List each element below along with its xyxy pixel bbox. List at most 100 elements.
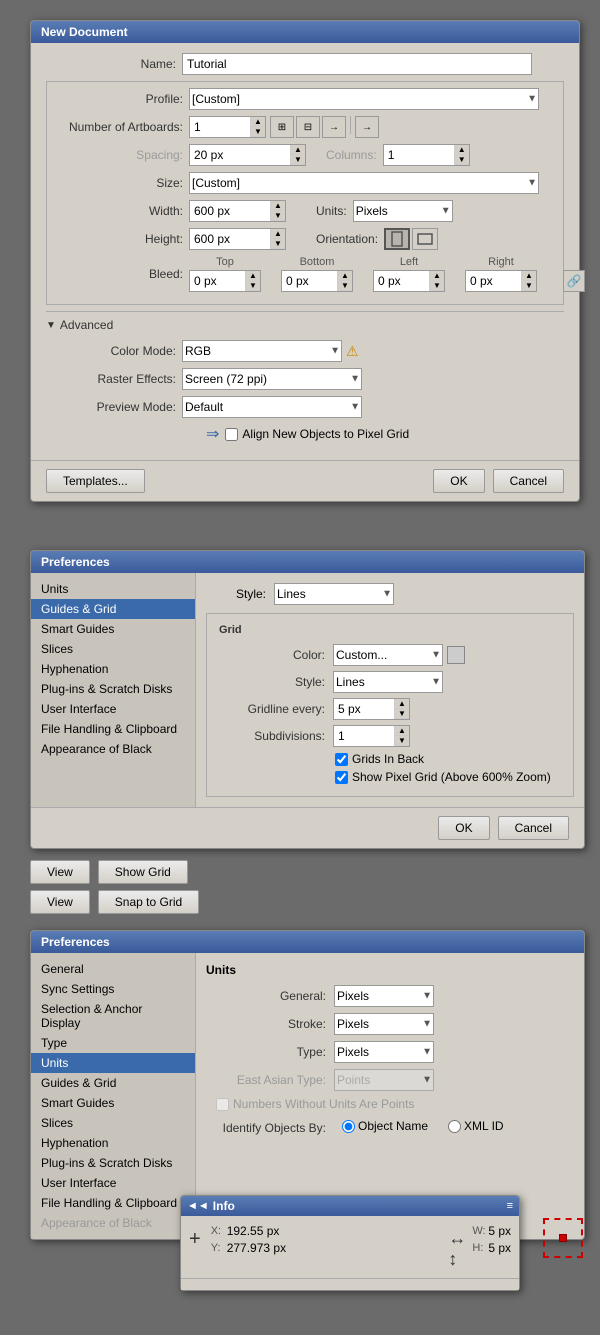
bleed-bottom-input[interactable]: [282, 274, 337, 288]
view-btn-2[interactable]: View: [30, 890, 90, 914]
height-spin-down[interactable]: ▼: [271, 239, 285, 249]
sidebar-item-hyphenation2[interactable]: Hyphenation: [31, 1133, 195, 1153]
bleed-top-input[interactable]: [190, 274, 245, 288]
sidebar-item-hyphenation[interactable]: Hyphenation: [31, 659, 195, 679]
xml-id-radio-label[interactable]: XML ID: [448, 1119, 504, 1133]
bleed-top-spin-down[interactable]: ▼: [246, 281, 260, 291]
sidebar-item-general[interactable]: General: [31, 959, 195, 979]
grid-style-select[interactable]: Lines: [333, 671, 443, 693]
sidebar-item-guides-grid2[interactable]: Guides & Grid: [31, 1073, 195, 1093]
columns-spin-down[interactable]: ▼: [455, 155, 469, 165]
gridline-spin-down[interactable]: ▼: [395, 709, 409, 719]
pref-top-cancel-btn[interactable]: Cancel: [498, 816, 569, 840]
spacing-spin-up[interactable]: ▲: [291, 145, 305, 155]
spacing-input[interactable]: [190, 148, 290, 162]
name-input[interactable]: [182, 53, 532, 75]
spacing-spinner[interactable]: ▲ ▼: [189, 144, 306, 166]
artboards-spin-up[interactable]: ▲: [251, 117, 265, 127]
artboards-spin-down[interactable]: ▼: [251, 127, 265, 137]
templates-btn[interactable]: Templates...: [46, 469, 145, 493]
guides-style-select[interactable]: Lines: [274, 583, 394, 605]
preview-mode-select[interactable]: Default: [182, 396, 362, 418]
height-spinner[interactable]: ▲ ▼: [189, 228, 286, 250]
bleed-link-btn[interactable]: 🔗: [563, 270, 585, 292]
artboards-spinner[interactable]: ▲ ▼: [189, 116, 266, 138]
object-name-radio-label[interactable]: Object Name: [342, 1119, 428, 1133]
gridline-spin-up[interactable]: ▲: [395, 699, 409, 709]
sidebar-item-ui[interactable]: User Interface: [31, 699, 195, 719]
grids-in-back-checkbox[interactable]: [335, 753, 348, 766]
bleed-left-spinner[interactable]: ▲ ▼: [373, 270, 445, 292]
width-spinner[interactable]: ▲ ▼: [189, 200, 286, 222]
sidebar-item-guides-grid[interactable]: Guides & Grid: [31, 599, 195, 619]
bleed-bottom-spin-up[interactable]: ▲: [338, 271, 352, 281]
gridline-input[interactable]: [334, 702, 394, 716]
object-name-radio[interactable]: [342, 1120, 355, 1133]
spacing-spin-down[interactable]: ▼: [291, 155, 305, 165]
pref-top-ok-btn[interactable]: OK: [438, 816, 489, 840]
sidebar-item-sync[interactable]: Sync Settings: [31, 979, 195, 999]
sidebar-item-smart-guides2[interactable]: Smart Guides: [31, 1093, 195, 1113]
view-btn-1[interactable]: View: [30, 860, 90, 884]
height-input[interactable]: [190, 232, 270, 246]
new-doc-cancel-btn[interactable]: Cancel: [493, 469, 564, 493]
columns-spin-up[interactable]: ▲: [455, 145, 469, 155]
sidebar-item-appearance-black[interactable]: Appearance of Black: [31, 739, 195, 759]
profile-select[interactable]: [Custom]: [189, 88, 539, 110]
subdivisions-input[interactable]: [334, 729, 394, 743]
bleed-bottom-spin-down[interactable]: ▼: [338, 281, 352, 291]
sidebar-item-plugins2[interactable]: Plug-ins & Scratch Disks: [31, 1153, 195, 1173]
grid-color-select[interactable]: Custom...: [333, 644, 443, 666]
gridline-spinner[interactable]: ▲ ▼: [333, 698, 410, 720]
width-spin-down[interactable]: ▼: [271, 211, 285, 221]
bleed-right-spin-down[interactable]: ▼: [522, 281, 536, 291]
sidebar-item-appearance-black2[interactable]: Appearance of Black: [31, 1213, 195, 1233]
bleed-bottom-spinner[interactable]: ▲ ▼: [281, 270, 353, 292]
new-doc-ok-btn[interactable]: OK: [433, 469, 484, 493]
show-grid-btn[interactable]: Show Grid: [98, 860, 188, 884]
columns-input[interactable]: [384, 148, 454, 162]
artboards-input[interactable]: [190, 120, 250, 134]
type-units-select[interactable]: Pixels: [334, 1041, 434, 1063]
subdivisions-spin-down[interactable]: ▼: [395, 736, 409, 746]
subdivisions-spinner[interactable]: ▲ ▼: [333, 725, 410, 747]
align-checkbox-label[interactable]: Align New Objects to Pixel Grid: [225, 427, 409, 441]
xml-id-radio[interactable]: [448, 1120, 461, 1133]
bleed-right-input[interactable]: [466, 274, 521, 288]
artboard-row-icon[interactable]: ⊟: [296, 116, 320, 138]
width-input[interactable]: [190, 204, 270, 218]
bleed-right-spinner[interactable]: ▲ ▼: [465, 270, 537, 292]
columns-spinner[interactable]: ▲ ▼: [383, 144, 470, 166]
bleed-left-spin-up[interactable]: ▲: [430, 271, 444, 281]
raster-effects-select[interactable]: Screen (72 ppi): [182, 368, 362, 390]
sidebar-item-selection[interactable]: Selection & Anchor Display: [31, 999, 195, 1033]
subdivisions-spin-up[interactable]: ▲: [395, 726, 409, 736]
bleed-right-spin-up[interactable]: ▲: [522, 271, 536, 281]
sidebar-item-smart-guides[interactable]: Smart Guides: [31, 619, 195, 639]
general-units-select[interactable]: Pixels: [334, 985, 434, 1007]
width-spin-up[interactable]: ▲: [271, 201, 285, 211]
portrait-orientation-btn[interactable]: [384, 228, 410, 250]
sidebar-item-ui2[interactable]: User Interface: [31, 1173, 195, 1193]
show-pixel-grid-checkbox[interactable]: [335, 771, 348, 784]
height-spin-up[interactable]: ▲: [271, 229, 285, 239]
info-menu-icon[interactable]: ≡: [507, 1200, 513, 1212]
units-select[interactable]: Pixels: [353, 200, 453, 222]
sidebar-item-units[interactable]: Units: [31, 579, 195, 599]
bleed-top-spinner[interactable]: ▲ ▼: [189, 270, 261, 292]
color-mode-select[interactable]: RGB CMYK: [182, 340, 342, 362]
sidebar-item-type[interactable]: Type: [31, 1033, 195, 1053]
sidebar-item-file-handling[interactable]: File Handling & Clipboard: [31, 719, 195, 739]
size-select[interactable]: [Custom]: [189, 172, 539, 194]
grid-color-swatch[interactable]: [447, 646, 465, 664]
align-checkbox[interactable]: [225, 428, 238, 441]
artboard-arrange-icon[interactable]: →: [355, 116, 379, 138]
info-collapse-icon[interactable]: ◄◄: [187, 1200, 209, 1212]
artboard-right-arrow[interactable]: →: [322, 116, 346, 138]
sidebar-item-units-active[interactable]: Units: [31, 1053, 195, 1073]
landscape-orientation-btn[interactable]: [412, 228, 438, 250]
sidebar-item-slices2[interactable]: Slices: [31, 1113, 195, 1133]
bleed-left-spin-down[interactable]: ▼: [430, 281, 444, 291]
bleed-left-input[interactable]: [374, 274, 429, 288]
bleed-top-spin-up[interactable]: ▲: [246, 271, 260, 281]
